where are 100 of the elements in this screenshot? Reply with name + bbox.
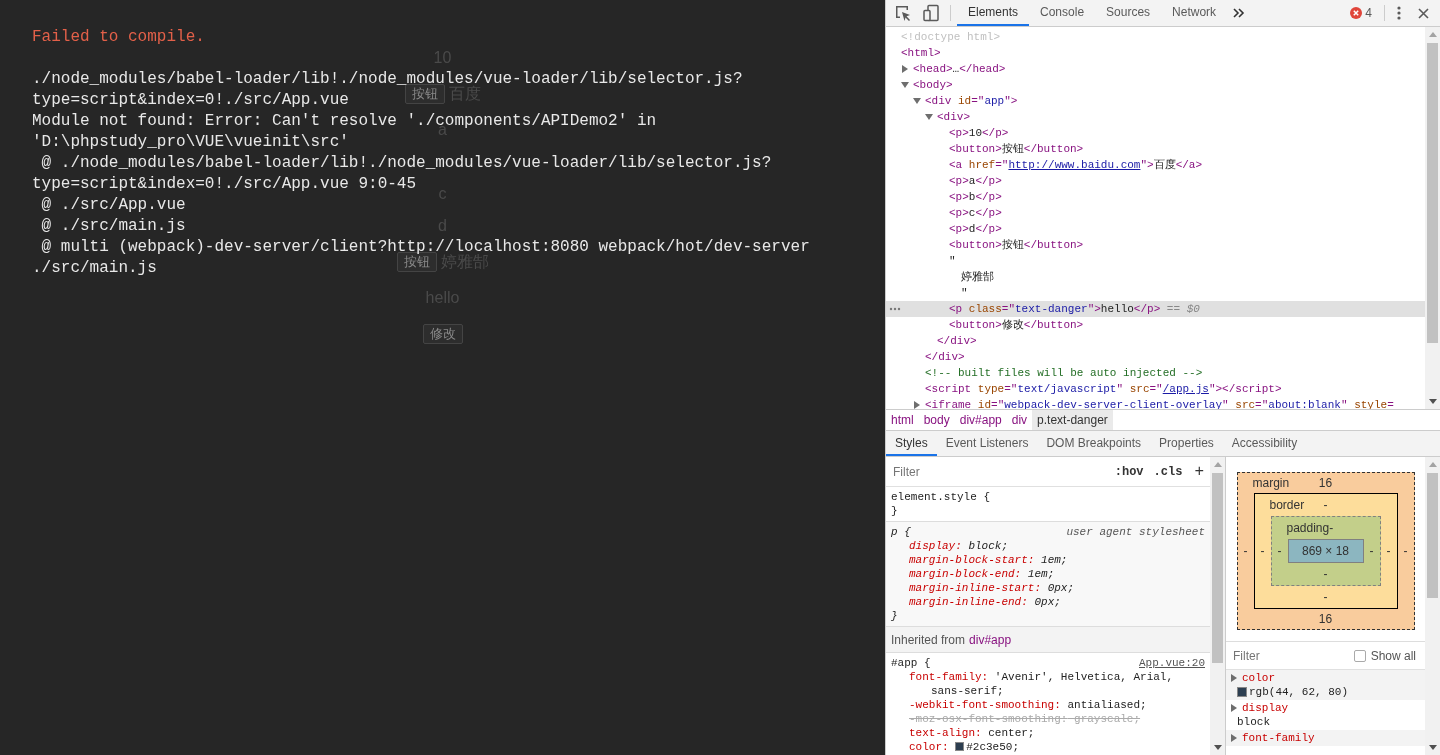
dom-text-node[interactable]: " <box>886 253 1425 269</box>
new-rule-button[interactable]: + <box>1192 459 1206 484</box>
dom-tree-node[interactable]: <p>c</p> <box>886 205 1425 221</box>
breadcrumb[interactable]: p.text-danger <box>1032 410 1113 430</box>
error-message-line: @ ./node_modules/babel-loader/lib!./node_modules/vue-loader/lib/selector.js? <box>40 155 772 171</box>
page-button[interactable]: 按钮 <box>404 84 445 104</box>
scrollbar[interactable] <box>1210 457 1225 755</box>
box-model-value: 16 <box>1318 475 1333 492</box>
error-message-line: ./src/main.js <box>32 260 157 276</box>
css-declaration[interactable]: margin-inline-end: 0px; <box>891 595 1205 609</box>
dom-tree-node[interactable]: <button>按钮</button> <box>886 141 1425 157</box>
dom-tree-node[interactable]: <button>修改</button> <box>886 317 1425 333</box>
dom-tree-node[interactable]: <body> <box>886 77 1425 93</box>
dom-tree-node[interactable]: <head>…</head> <box>886 61 1425 77</box>
link[interactable]: /app.js <box>1162 381 1209 397</box>
link[interactable]: http://www.baidu.com <box>1008 157 1141 173</box>
panel-tab[interactable]: Accessibility <box>1222 431 1307 456</box>
property-name: color <box>1242 671 1275 685</box>
closing-brace: } <box>891 609 899 623</box>
box-model-value: - <box>1403 543 1408 560</box>
more-icon[interactable] <box>889 307 901 311</box>
scrollbar[interactable] <box>1425 457 1440 755</box>
dom-tree-node[interactable]: <p>b</p> <box>886 189 1425 205</box>
breadcrumb[interactable]: div#app <box>954 410 1007 430</box>
scrollbar[interactable] <box>1425 27 1440 409</box>
property-value: block <box>1237 715 1270 729</box>
stylesheet-label: user agent stylesheet <box>1066 525 1205 539</box>
breadcrumb[interactable]: body <box>918 410 955 430</box>
dom-tree-node[interactable]: <a href="http://www.baidu.com">百度</a> <box>886 157 1425 173</box>
dom-tree-node[interactable]: <html> <box>886 45 1425 61</box>
css-declaration[interactable]: color: #2c3e50; <box>891 740 1205 754</box>
selector-link[interactable]: div#app <box>969 630 1012 649</box>
box-model-value: - <box>1323 566 1328 583</box>
box-model-value: - <box>1329 520 1334 537</box>
css-declaration[interactable]: text-align: center; <box>891 726 1205 740</box>
box-model-value: - <box>1323 589 1328 606</box>
dom-text-node[interactable]: 婷雅郜 <box>886 269 1425 285</box>
dom-tree-node[interactable]: <button>按钮</button> <box>886 237 1425 253</box>
collapsed-arrow-icon[interactable] <box>1231 674 1238 682</box>
dom-tree-node[interactable]: <p>a</p> <box>886 173 1425 189</box>
css-selector: element.style { <box>891 490 991 504</box>
collapsed-arrow-icon[interactable] <box>901 65 909 73</box>
dom-tree-node[interactable]: <p>d</p> <box>886 221 1425 237</box>
close-icon[interactable] <box>1418 7 1429 19</box>
box-model-value: - <box>1277 543 1282 560</box>
dom-text-node[interactable]: " <box>886 285 1425 301</box>
panel-tab[interactable]: Elements <box>957 0 1030 26</box>
error-message-line: @ multi (webpack)-dev-server/client?http://localhost:8080 webpack/hot/dev-server <box>40 239 810 255</box>
box-model-value: - <box>1369 543 1374 560</box>
css-selector: p { <box>891 525 911 539</box>
error-message-line: Module not found: Error: Can't resolve './components/APIDemo2' in <box>32 113 657 129</box>
dom-tree-node[interactable]: <div> <box>886 109 1425 125</box>
dom-tree-node[interactable]: </div> <box>886 349 1425 365</box>
panel-tab[interactable]: Console <box>1029 0 1096 26</box>
closing-brace: } <box>891 504 899 518</box>
breadcrumb[interactable]: html <box>886 410 919 430</box>
error-message-line: type=script&index=0!./src/App.vue 9:0-45 <box>32 176 417 192</box>
css-declaration[interactable]: -webkit-font-smoothing: antialiased; <box>891 698 1205 712</box>
inspect-icon <box>894 4 912 22</box>
dom-tree-node[interactable]: </div> <box>886 333 1425 349</box>
toggle-button[interactable]: .cls <box>1153 462 1183 481</box>
panel-tab[interactable]: Styles <box>886 431 937 456</box>
error-message-line: @ ./src/main.js <box>40 218 186 234</box>
toggle-button[interactable]: :hov <box>1114 462 1144 481</box>
panel-tab[interactable]: Event Listeners <box>936 431 1038 456</box>
box-model-value: - <box>1323 497 1328 514</box>
property-name: font-family <box>1242 731 1315 745</box>
more-tabs-icon[interactable] <box>1233 8 1246 18</box>
css-declaration[interactable]: font-family: 'Avenir', Helvetica, Arial, sans-serif; <box>891 670 1205 698</box>
box-model-value: - <box>1243 543 1248 560</box>
dom-tree-node[interactable]: <p class="text-danger">hello</p> == $0 <box>886 301 1425 317</box>
error-message-line: 'D:\phpstudy_pro\VUE\vueinit\src' <box>32 134 349 150</box>
box-model-value: 16 <box>1318 611 1333 628</box>
collapsed-arrow-icon[interactable] <box>1231 734 1238 742</box>
css-declaration[interactable]: margin-block-end: 1em; <box>891 567 1205 581</box>
dom-tree-node[interactable]: <div id="app"> <box>886 93 1425 109</box>
panel-tab[interactable]: Network <box>1161 0 1228 26</box>
show-all-checkbox[interactable]: Show all <box>1353 646 1416 665</box>
dom-tree-node[interactable]: <p>10</p> <box>886 125 1425 141</box>
device-toolbar-icon <box>922 4 940 22</box>
box-model-value: - <box>1386 543 1391 560</box>
menu-icon[interactable] <box>1397 6 1401 20</box>
panel-tab[interactable]: DOM Breakpoints <box>1037 431 1151 456</box>
dom-tree-node[interactable]: <!-- built files will be auto injected --> <box>886 365 1425 381</box>
page-button[interactable]: 修改 <box>422 324 463 344</box>
source-link[interactable]: App.vue:20 <box>1139 656 1205 670</box>
filter-field[interactable]: Filter <box>1229 644 1339 667</box>
css-declaration[interactable]: margin-block-start: 1em; <box>891 553 1205 567</box>
collapsed-arrow-icon[interactable] <box>913 401 921 409</box>
css-declaration[interactable]: display: block; <box>891 539 1205 553</box>
dom-tree-node[interactable]: <script type="text/javascript" src="/app.js"></script> <box>886 381 1425 397</box>
panel-tab[interactable]: Properties <box>1150 431 1223 456</box>
collapsed-arrow-icon[interactable] <box>1231 704 1238 712</box>
inherited-label: Inherited from <box>891 631 966 649</box>
error-title: Failed to compile. <box>32 29 205 45</box>
error-icon <box>1350 7 1363 19</box>
breadcrumb[interactable]: div <box>1006 410 1033 430</box>
css-declaration[interactable]: margin-inline-start: 0px; <box>891 581 1205 595</box>
panel-tab[interactable]: Sources <box>1095 0 1162 26</box>
css-selector: #app { <box>891 656 931 670</box>
